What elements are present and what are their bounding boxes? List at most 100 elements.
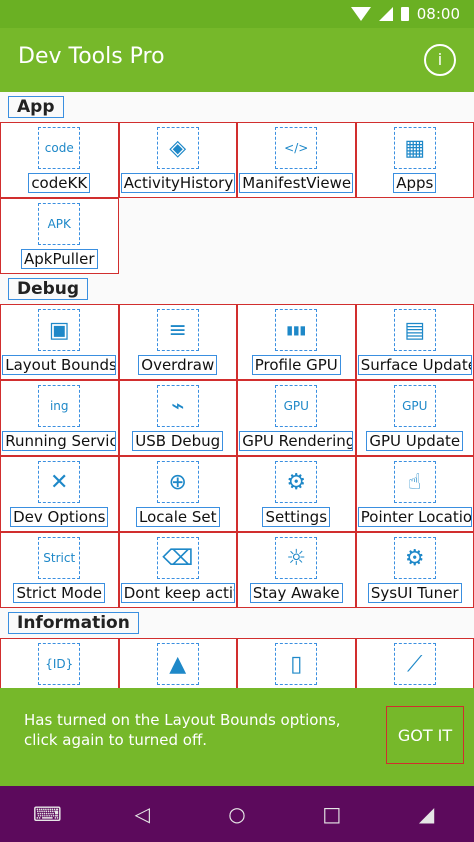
section-title: Debug [8,278,89,300]
tools-icon: ✕ [38,461,81,503]
tool-tile[interactable]: ▯ [237,638,356,688]
info-icon[interactable]: i [424,44,456,76]
pointer-icon: ☝ [393,461,436,503]
tool-label: USB Debug [132,431,224,451]
tool-label: Dev Options [10,507,109,527]
tool-tile[interactable]: ⚙ SysUI Tuner [355,532,474,608]
tool-tile[interactable]: ▲ [118,638,237,688]
tool-tile[interactable]: ▣ Layout Bounds [0,304,119,380]
android-icon: ▲ [156,643,199,685]
app-bar: Dev Tools Pro i [0,28,474,92]
tool-label: ApkPuller [21,249,98,269]
app-title: Dev Tools Pro [18,44,165,69]
navigation-bar: ⌨ ◁ ○ □ ◢ [0,786,474,842]
wifi-icon [350,7,371,21]
tool-label: Locale Set [135,507,220,527]
tool-tile[interactable]: ▤ Surface Update [355,304,474,380]
section-information: Information {ID} ▲ ▯ ⟋ [0,608,474,688]
code-icon: code [38,127,81,169]
tool-tile[interactable]: ⚙ Settings [237,456,356,532]
tool-tile[interactable]: </> ManifestViewer [237,122,356,198]
tool-label: ManifestViewer [239,173,354,193]
xml-file-icon: </> [275,127,318,169]
section-header: Debug [0,274,474,304]
keyboard-icon[interactable]: ⌨ [27,802,67,826]
tool-label: GPU Update [366,431,464,451]
tool-tile[interactable]: ⊕ Locale Set [118,456,237,532]
tool-tile[interactable]: {ID} [0,638,119,688]
globe-icon: ⊕ [156,461,199,503]
tool-tile[interactable]: code codeKK [0,122,119,198]
section-header: Information [0,608,474,638]
battery-icon [400,7,409,21]
status-bar: 08:00 [0,0,474,28]
signal-icon [378,7,393,21]
tool-grid: {ID} ▲ ▯ ⟋ [0,638,474,688]
got-it-button[interactable]: GOT IT [386,706,464,764]
tool-tile[interactable]: ✕ Dev Options [0,456,119,532]
recents-icon[interactable]: □ [312,802,352,826]
menu-lines-icon: ≡ [156,309,199,351]
tool-tile[interactable]: ☝ Pointer Location [355,456,474,532]
section-title: Information [8,612,139,634]
tool-label: Pointer Location [357,507,472,527]
ruler-icon: ⟋ [393,643,436,685]
tool-label: Surface Update [357,355,472,375]
tool-label: Dont keep activi [120,583,235,603]
tools-list[interactable]: App code codeKK ◈ ActivityHistory </> Manifest… [0,92,474,688]
tool-tile[interactable]: GPU GPU Rendering [237,380,356,456]
back-icon[interactable]: ◁ [122,802,162,826]
tool-label: Stay Awake [249,583,343,603]
tool-label: Running Service [2,431,117,451]
tool-tile[interactable]: ⌫ Dont keep activi [118,532,237,608]
tool-label: codeKK [28,173,91,193]
tool-tile[interactable]: ▮▮▮ Profile GPU [237,304,356,380]
bar-chart-icon: ▮▮▮ [275,309,318,351]
tool-label: Profile GPU [251,355,341,375]
ing-icon: ing [38,385,81,427]
tool-label: ActivityHistory [120,173,235,193]
grid-icon: ▦ [393,127,436,169]
gpu-chip-icon: GPU [393,385,436,427]
tool-tile[interactable]: GPU GPU Update [355,380,474,456]
section-debug: Debug ▣ Layout Bounds ≡ Overdraw ▮▮▮ Profile G… [0,274,474,608]
tool-tile[interactable]: ▦ Apps [355,122,474,198]
tool-tile[interactable]: ⟋ [355,638,474,688]
section-title: App [8,96,64,118]
tool-label: Overdraw [138,355,218,375]
snackbar-message: Has turned on the Layout Bounds options,… [24,711,341,749]
tool-tile[interactable]: APK ApkPuller [0,198,119,274]
apk-file-icon: APK [38,203,81,245]
tool-tile[interactable]: Strict Strict Mode [0,532,119,608]
tool-grid: ▣ Layout Bounds ≡ Overdraw ▮▮▮ Profile GPU ▤ Su… [0,304,474,608]
status-time: 08:00 [416,5,460,23]
tool-tile[interactable]: ing Running Service [0,380,119,456]
home-icon[interactable]: ○ [217,802,257,826]
id-icon: {ID} [38,643,81,685]
tool-label: Layout Bounds [2,355,117,375]
screenshot-icon[interactable]: ◢ [407,802,447,826]
tool-tile[interactable]: ≡ Overdraw [118,304,237,380]
chip-icon: ▤ [393,309,436,351]
gear-icon: ⚙ [275,461,318,503]
tool-label: Settings [262,507,331,527]
layers-icon: ◈ [156,127,199,169]
eraser-icon: ⌫ [156,537,199,579]
snackbar: Has turned on the Layout Bounds options,… [0,688,474,786]
tool-tile[interactable]: ☼ Stay Awake [237,532,356,608]
tool-label: SysUI Tuner [367,583,462,603]
strict-icon: Strict [38,537,81,579]
gpu-icon: GPU [275,385,318,427]
tool-label: Apps [393,173,437,193]
gears-icon: ⚙ [393,537,436,579]
tool-tile[interactable]: ◈ ActivityHistory [118,122,237,198]
usb-icon: ⌁ [156,385,199,427]
layout-icon: ▣ [38,309,81,351]
tool-grid: code codeKK ◈ ActivityHistory </> ManifestVie… [0,122,474,274]
bulb-icon: ☼ [275,537,318,579]
section-app: App code codeKK ◈ ActivityHistory </> Manifest… [0,92,474,274]
phone-icon: ▯ [275,643,318,685]
tool-tile[interactable]: ⌁ USB Debug [118,380,237,456]
tool-label: GPU Rendering [239,431,354,451]
tool-label: Strict Mode [13,583,105,603]
